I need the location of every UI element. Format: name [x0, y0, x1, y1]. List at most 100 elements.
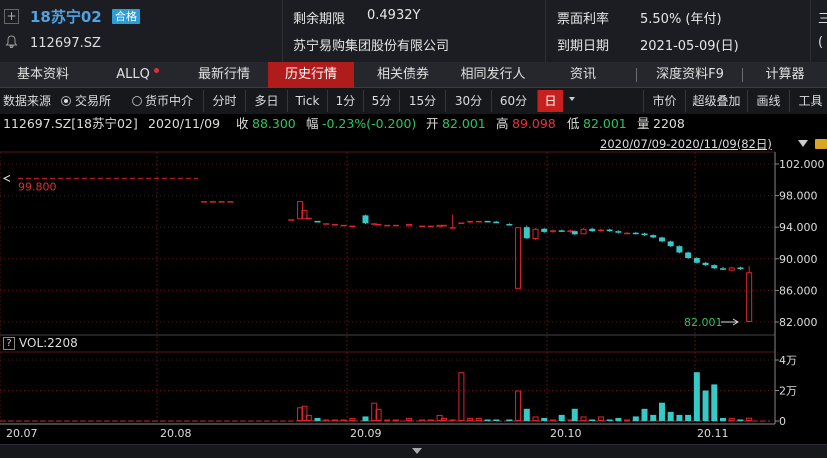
candle-body — [331, 224, 338, 226]
volume-bar — [475, 417, 482, 422]
candle-body — [419, 225, 426, 228]
volume-bar — [728, 417, 735, 422]
candle-body — [467, 220, 474, 223]
volume-bar — [711, 384, 718, 421]
volume-bar — [449, 419, 456, 422]
candle-body — [440, 224, 447, 227]
candle-body — [484, 220, 491, 223]
volume-bar — [393, 419, 399, 422]
volume-bar — [349, 417, 356, 422]
volume-bar — [362, 416, 369, 421]
candle-body — [650, 235, 657, 238]
x-tick-label: 20.09 — [350, 427, 382, 440]
volume-bar — [419, 419, 426, 422]
candle-body — [676, 246, 683, 253]
candle-body — [323, 223, 330, 225]
candle-body — [305, 217, 312, 220]
volume-bar — [632, 416, 639, 421]
candle-body — [558, 230, 565, 232]
candle-body — [737, 267, 744, 270]
x-tick-label: 20.10 — [550, 427, 582, 440]
candle-body — [571, 231, 578, 235]
candle-body — [314, 220, 321, 223]
candle-body — [728, 267, 735, 271]
volume-bar — [484, 419, 491, 421]
volume-bar — [406, 417, 413, 422]
candle-body — [475, 220, 482, 223]
candle-body — [720, 268, 726, 270]
volume-bar — [384, 419, 391, 422]
max-price-label: 99.800 — [18, 180, 57, 193]
volume-bar — [506, 419, 513, 421]
candle-body — [711, 265, 718, 269]
candle-body — [658, 237, 665, 242]
volume-bar — [589, 419, 596, 421]
horizontal-scrollbar[interactable] — [0, 444, 827, 458]
scroll-down-icon[interactable] — [412, 448, 422, 454]
volume-bar — [427, 419, 434, 422]
volume-bar — [746, 417, 753, 422]
candle-body — [384, 224, 391, 227]
candle-body — [515, 227, 522, 289]
volume-bar — [720, 417, 726, 421]
volume-bar — [641, 408, 648, 421]
x-tick-label: 20.08 — [160, 427, 192, 440]
y-tick-label: 102.000 — [779, 158, 825, 171]
volume-bar — [532, 416, 539, 421]
volume-bar — [702, 390, 709, 421]
candle-body — [746, 272, 753, 322]
candle-body — [615, 231, 622, 233]
candle-body — [641, 233, 648, 236]
volume-bar — [685, 414, 692, 421]
candle-body — [340, 224, 347, 227]
volume-bar — [650, 414, 657, 421]
volume-bar — [467, 417, 474, 422]
volume-bar — [606, 419, 613, 421]
volume-tick-label: 4万 — [779, 354, 797, 367]
volume-bar — [541, 417, 548, 421]
candle-body — [589, 228, 596, 232]
volume-bar — [549, 419, 556, 422]
y-tick-label: 82.000 — [779, 316, 818, 329]
candle-body — [702, 262, 709, 266]
volume-bar — [676, 414, 683, 421]
candle-body — [606, 229, 613, 232]
volume-bar — [323, 419, 330, 422]
candle-body — [549, 230, 556, 232]
volume-bar — [571, 408, 578, 421]
volume-bar — [737, 419, 744, 421]
candle-body — [541, 228, 548, 232]
candle-body — [693, 258, 700, 263]
volume-bar — [340, 419, 347, 422]
help-icon[interactable]: ? — [3, 337, 15, 350]
y-tick-label: 90.000 — [779, 253, 818, 266]
volume-bar — [597, 416, 604, 421]
candle-body — [506, 224, 513, 226]
candle-body — [685, 252, 692, 259]
candle-body — [624, 232, 631, 235]
volume-label: VOL:2208 — [19, 336, 78, 350]
volume-tick-label: 2万 — [779, 385, 797, 398]
volume-bar — [493, 419, 500, 421]
candle-body — [493, 221, 500, 224]
candle-body — [349, 225, 356, 228]
candle-body — [362, 215, 369, 224]
kline-chart[interactable]: 102.000 98.000 94.000 90.000 86.000 82.000 4万 2… — [0, 0, 827, 458]
candle-body — [209, 201, 216, 203]
volume-bar — [523, 408, 530, 421]
candle-body — [288, 219, 295, 221]
volume-bar — [615, 417, 622, 421]
min-price-label: 82.001 — [684, 316, 723, 329]
candle-body — [375, 224, 382, 226]
candle-body — [523, 227, 530, 239]
candle-body — [201, 201, 208, 203]
candle-body — [532, 228, 539, 240]
y-tick-label: 98.000 — [779, 190, 818, 203]
volume-bar — [693, 372, 700, 421]
volume-bar — [667, 411, 674, 421]
candle-body — [632, 232, 639, 235]
volume-bar — [331, 419, 338, 422]
candle-body — [667, 241, 674, 247]
volume-bar — [314, 417, 321, 421]
candle-body — [449, 227, 456, 229]
